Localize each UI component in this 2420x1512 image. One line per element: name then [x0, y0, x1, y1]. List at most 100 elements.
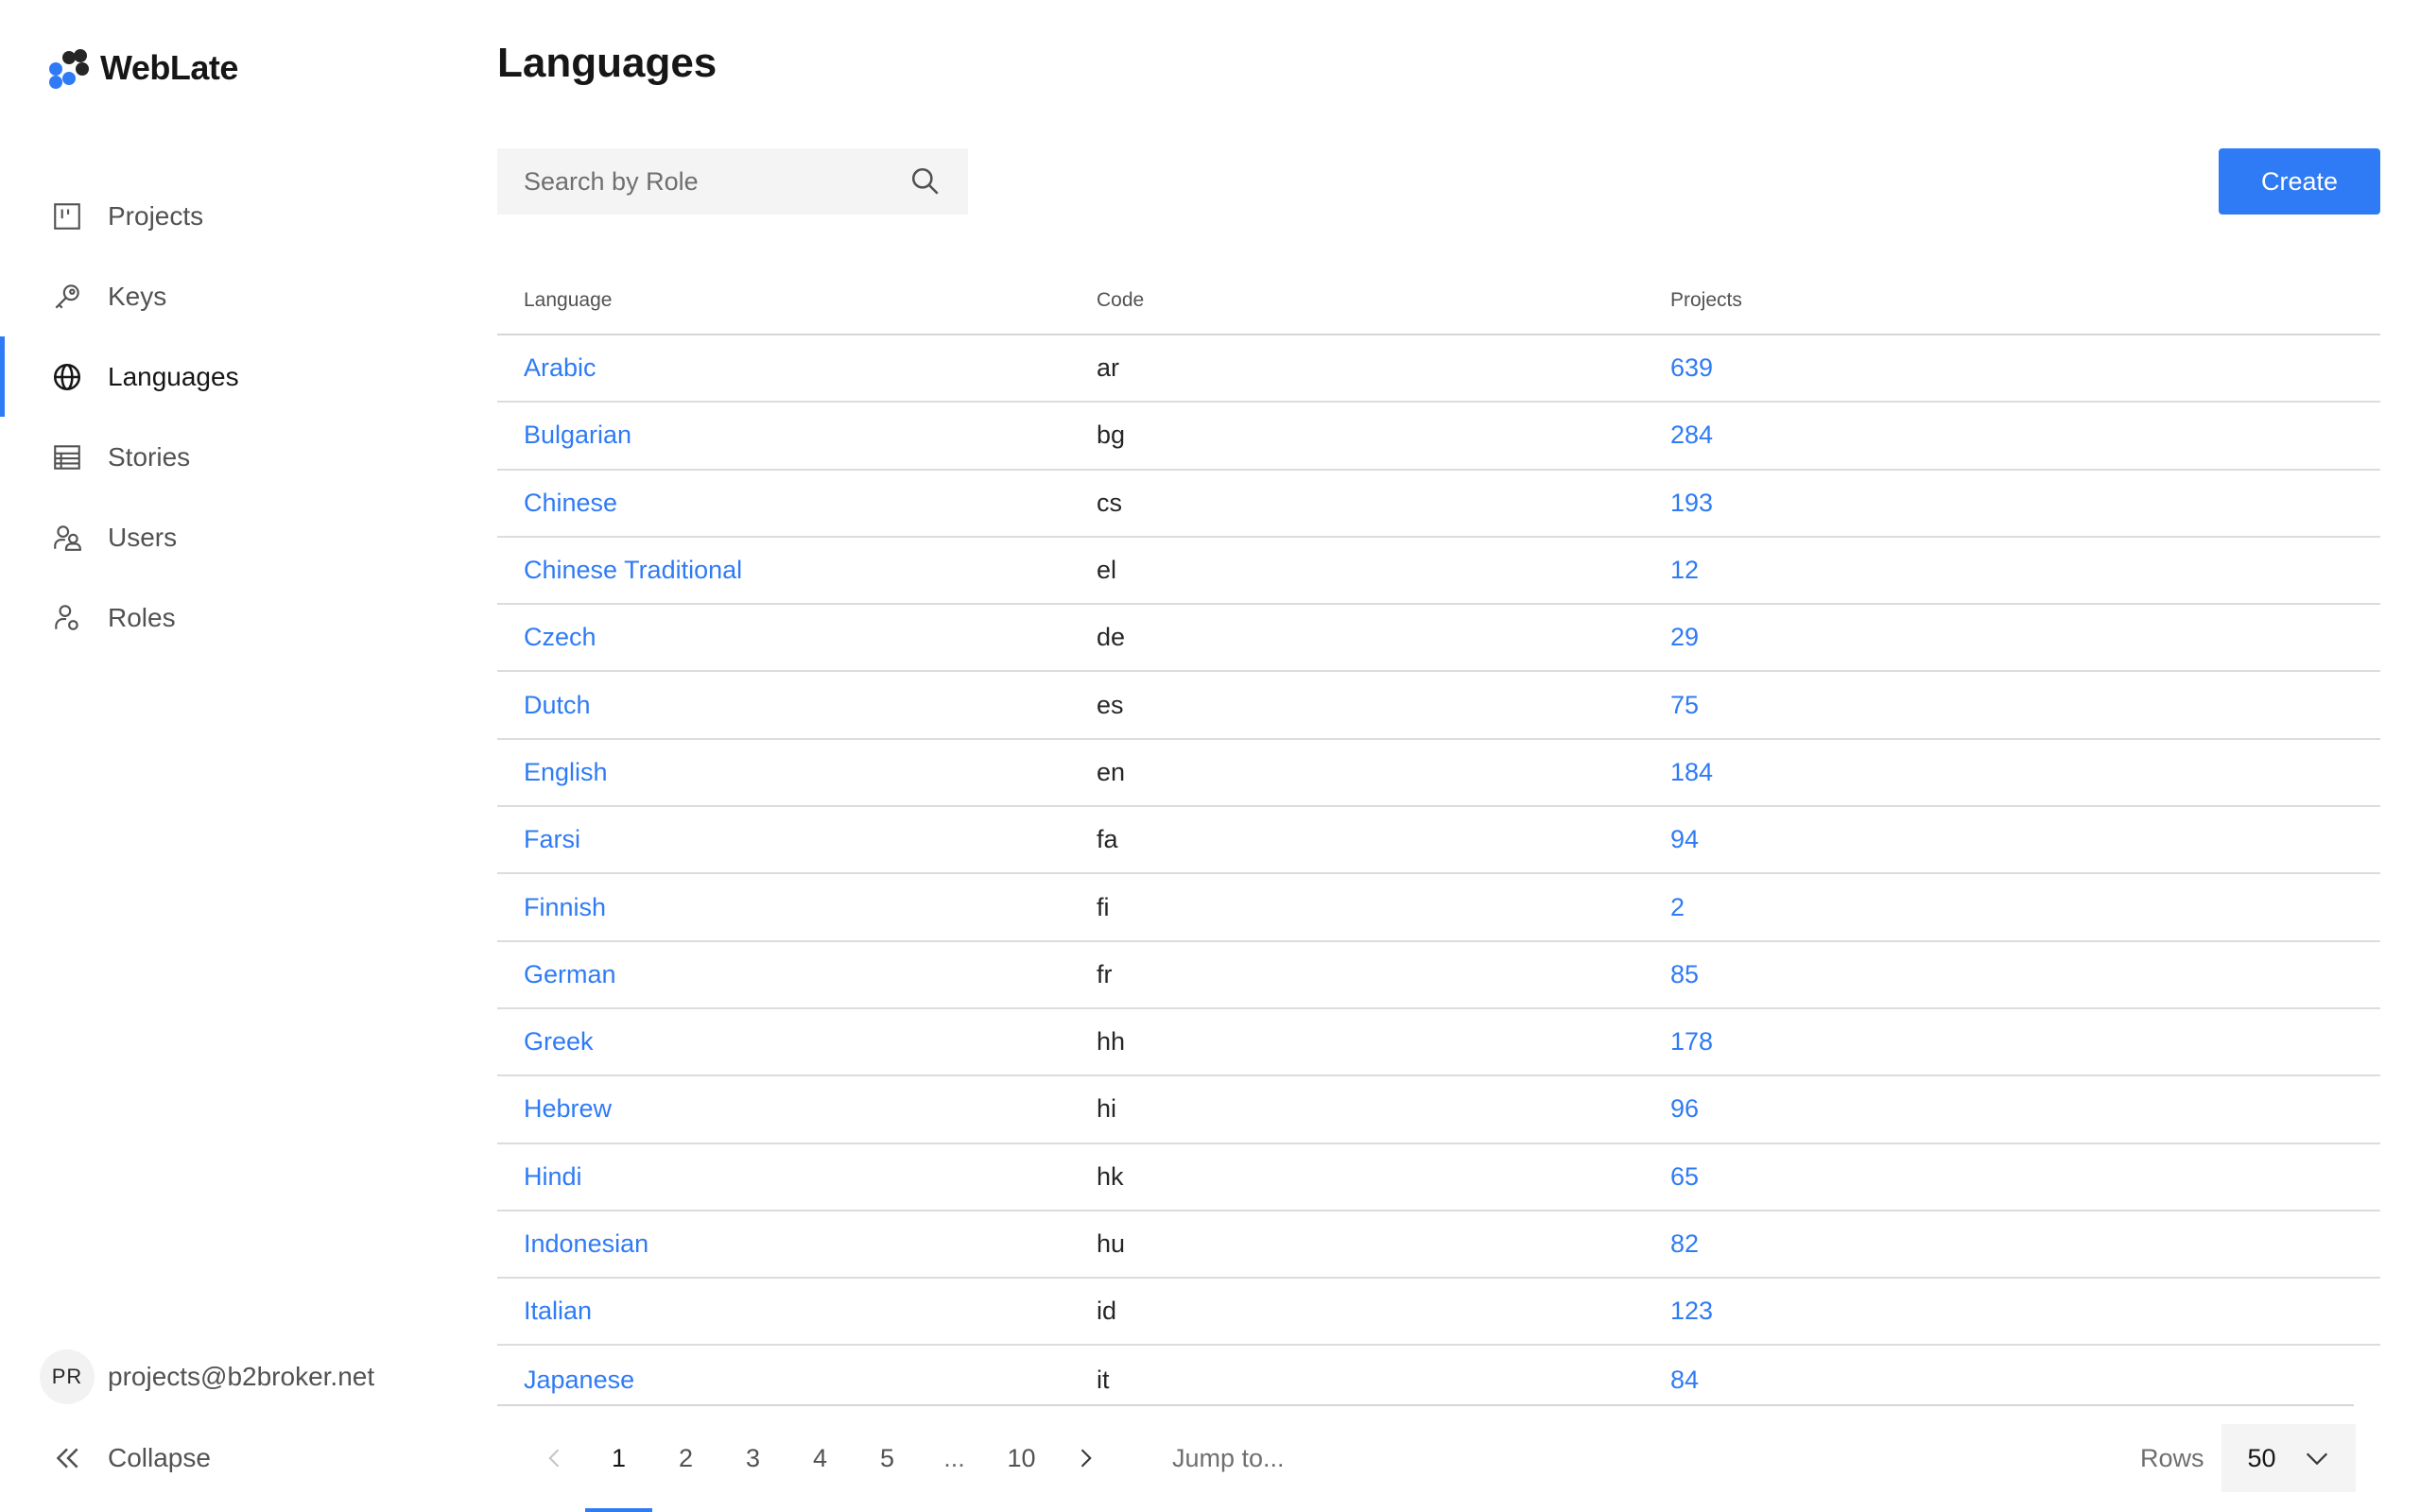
column-header-projects[interactable]: Projects — [1644, 289, 2380, 312]
page-4-button[interactable]: 4 — [786, 1423, 854, 1493]
language-code: en — [1097, 757, 1126, 786]
language-link[interactable]: Czech — [524, 623, 596, 651]
sidebar-item-languages[interactable]: Languages — [0, 336, 454, 417]
projects-count-link[interactable]: 193 — [1670, 489, 1713, 517]
language-link[interactable]: Indonesian — [524, 1229, 648, 1258]
projects-count-link[interactable]: 65 — [1670, 1162, 1699, 1191]
page-2-button[interactable]: 2 — [652, 1423, 719, 1493]
sidebar-item-roles[interactable]: Roles — [0, 577, 454, 658]
page-1-button[interactable]: 1 — [585, 1423, 652, 1512]
language-link[interactable]: German — [524, 960, 616, 988]
sidebar-item-stories[interactable]: Stories — [0, 417, 454, 497]
language-code: ar — [1097, 353, 1120, 383]
projects-count-link[interactable]: 639 — [1670, 353, 1713, 382]
search-box — [497, 148, 968, 215]
projects-count-link[interactable]: 94 — [1670, 825, 1699, 853]
projects-count-link[interactable]: 85 — [1670, 960, 1699, 988]
globe-icon — [51, 361, 83, 393]
language-link[interactable]: Farsi — [524, 825, 580, 853]
table-row: Chinese cs 193 — [497, 471, 2380, 538]
language-code: hu — [1097, 1229, 1126, 1258]
chevron-down-icon — [2306, 1452, 2327, 1466]
next-page-button[interactable] — [1055, 1423, 1115, 1493]
language-link[interactable]: Greek — [524, 1027, 594, 1056]
language-code: de — [1097, 623, 1126, 652]
language-code: es — [1097, 690, 1124, 719]
language-code: hk — [1097, 1161, 1124, 1191]
key-icon — [51, 281, 83, 313]
language-code: id — [1097, 1297, 1117, 1326]
projects-count-link[interactable]: 284 — [1670, 421, 1713, 449]
column-header-language[interactable]: Language — [497, 289, 1070, 312]
table-row: English en 184 — [497, 740, 2380, 808]
projects-count-link[interactable]: 178 — [1670, 1027, 1713, 1056]
jump-to-page-input[interactable] — [1172, 1443, 1361, 1473]
double-chevron-left-icon — [56, 1448, 78, 1469]
language-link[interactable]: Chinese Traditional — [524, 556, 742, 584]
search-icon[interactable] — [909, 165, 942, 198]
user-profile[interactable]: PR projects@b2broker.net — [40, 1349, 374, 1404]
language-code: el — [1097, 556, 1117, 585]
table-list-icon — [51, 441, 83, 473]
page-5-button[interactable]: 5 — [854, 1423, 921, 1493]
table-row: Farsi fa 94 — [497, 807, 2380, 875]
search-input[interactable] — [524, 166, 909, 197]
sidebar-item-keys[interactable]: Keys — [0, 256, 454, 336]
table-row: Hindi hk 65 — [497, 1144, 2380, 1211]
chevron-left-icon — [548, 1449, 560, 1468]
sidebar-item-users[interactable]: Users — [0, 497, 454, 577]
table-row: Finnish fi 2 — [497, 874, 2380, 942]
column-header-code[interactable]: Code — [1070, 289, 1644, 312]
page-ellipsis: ... — [943, 1443, 965, 1472]
language-code: hh — [1097, 1027, 1126, 1057]
sidebar-item-label: Projects — [108, 200, 204, 231]
sidebar: WebLate Projects Keys Languages Stories … — [0, 0, 454, 1512]
table-row: Greek hh 178 — [497, 1009, 2380, 1077]
language-link[interactable]: Hindi — [524, 1162, 582, 1191]
projects-count-link[interactable]: 29 — [1670, 623, 1699, 651]
projects-count-link[interactable]: 75 — [1670, 691, 1699, 719]
users-icon — [51, 522, 83, 554]
table-row: Hebrew hi 96 — [497, 1076, 2380, 1144]
prev-page-button[interactable] — [525, 1423, 585, 1493]
page-3-button[interactable]: 3 — [719, 1423, 786, 1493]
weblate-logo-icon — [45, 45, 91, 91]
rows-label: Rows — [2140, 1443, 2204, 1472]
projects-count-link[interactable]: 123 — [1670, 1297, 1713, 1325]
collapse-button[interactable]: Collapse — [51, 1435, 211, 1482]
app-logo[interactable]: WebLate — [45, 45, 238, 91]
projects-count-link[interactable]: 96 — [1670, 1094, 1699, 1123]
sidebar-item-projects[interactable]: Projects — [0, 176, 454, 256]
language-link[interactable]: English — [524, 758, 608, 786]
rows-per-page-select[interactable]: 50 — [2221, 1424, 2356, 1492]
language-link[interactable]: Chinese — [524, 489, 617, 517]
language-link[interactable]: Arabic — [524, 353, 596, 382]
language-link[interactable]: Hebrew — [524, 1094, 612, 1123]
table-row: Arabic ar 639 — [497, 335, 2380, 404]
sidebar-item-label: Languages — [108, 361, 239, 391]
projects-count-link[interactable]: 2 — [1670, 893, 1685, 921]
create-button[interactable]: Create — [2219, 148, 2380, 215]
app-name: WebLate — [100, 48, 238, 87]
collapse-label: Collapse — [108, 1443, 211, 1472]
language-link[interactable]: Bulgarian — [524, 421, 631, 449]
table-row: Italian id 123 — [497, 1279, 2380, 1347]
rows-per-page: Rows 50 — [2140, 1424, 2356, 1492]
projects-count-link[interactable]: 84 — [1670, 1366, 1699, 1394]
page-last-button[interactable]: 10 — [988, 1423, 1055, 1493]
projects-count-link[interactable]: 12 — [1670, 556, 1699, 584]
language-link[interactable]: Italian — [524, 1297, 592, 1325]
sidebar-item-label: Keys — [108, 281, 167, 311]
language-link[interactable]: Japanese — [524, 1366, 634, 1394]
table-row: Chinese Traditional el 12 — [497, 538, 2380, 606]
projects-count-link[interactable]: 82 — [1670, 1229, 1699, 1258]
page-title: Languages — [497, 40, 717, 86]
language-code: fa — [1097, 825, 1118, 854]
table-row: Dutch es 75 — [497, 672, 2380, 740]
projects-count-link[interactable]: 184 — [1670, 758, 1713, 786]
language-link[interactable]: Dutch — [524, 691, 591, 719]
sidebar-item-label: Users — [108, 522, 178, 552]
language-code: hi — [1097, 1094, 1117, 1124]
language-link[interactable]: Finnish — [524, 893, 606, 921]
table-row: German fr 85 — [497, 942, 2380, 1009]
